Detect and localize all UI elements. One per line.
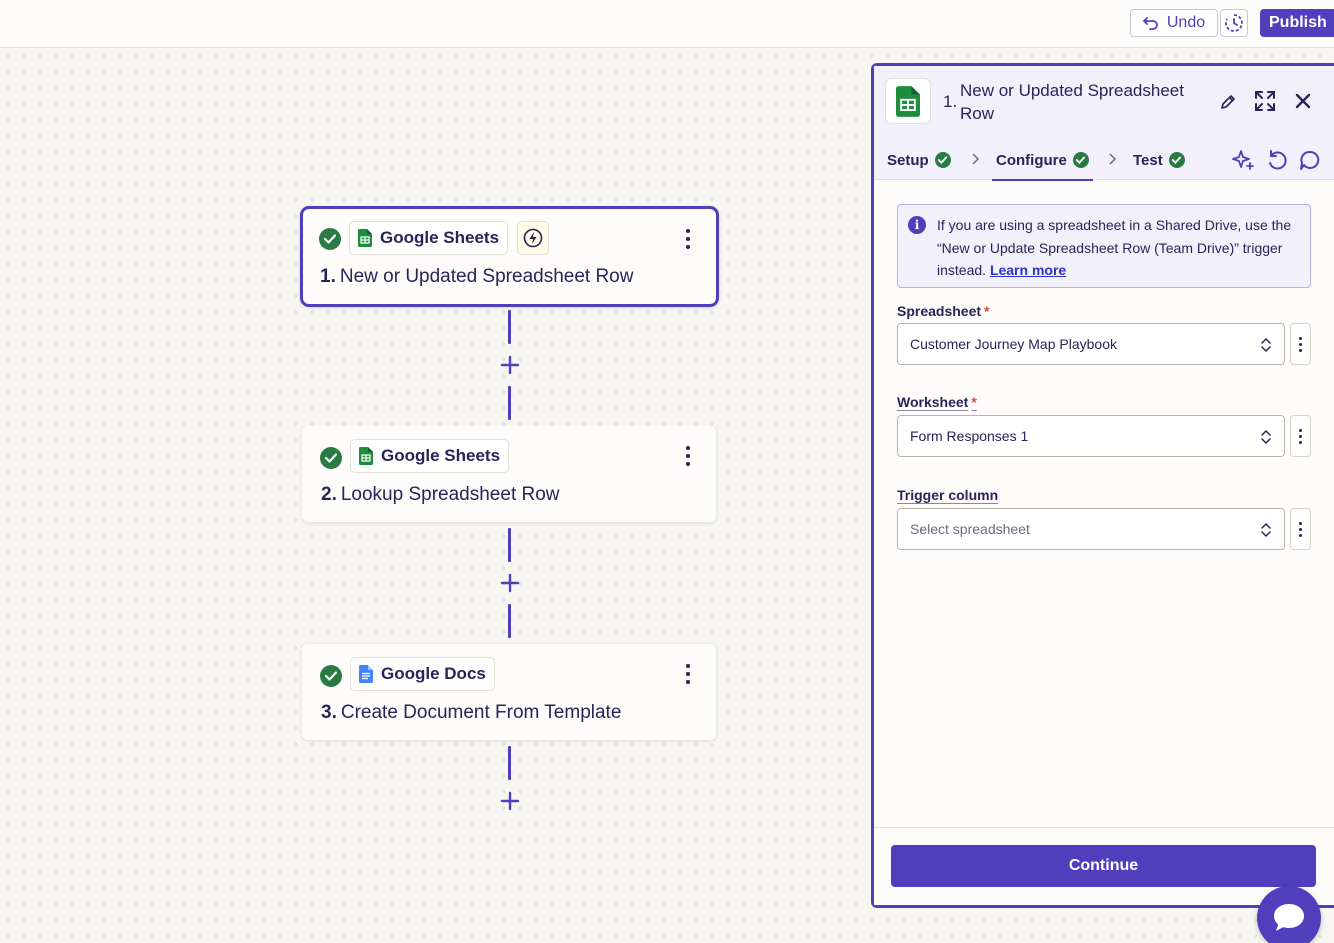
undo-button[interactable]: Undo <box>1130 9 1218 37</box>
step-title: 1. New or Updated Spreadsheet Row <box>320 266 634 287</box>
worksheet-select[interactable]: Form Responses 1 <box>897 415 1285 457</box>
info-icon: i <box>908 216 926 234</box>
check-circle-icon <box>1168 152 1185 168</box>
ai-sparkle-icon[interactable] <box>1231 148 1255 172</box>
spreadsheet-select[interactable]: Customer Journey Map Playbook <box>897 323 1285 365</box>
chevron-up-down-icon <box>1261 429 1271 445</box>
comment-icon[interactable] <box>1298 148 1322 172</box>
step-title: 3. Create Document From Template <box>321 702 622 723</box>
app-name: Google Sheets <box>380 228 500 247</box>
worksheet-label: Worksheet * <box>897 394 977 410</box>
expand-icon[interactable] <box>1254 90 1276 112</box>
app-chip: Google Sheets <box>350 439 510 473</box>
history-icon <box>1225 14 1243 32</box>
tab-label: Test <box>1133 151 1163 169</box>
chat-bubble-icon <box>1274 904 1304 931</box>
pencil-icon[interactable] <box>1219 93 1237 111</box>
step-connector <box>508 746 511 780</box>
google-sheets-icon <box>896 85 920 117</box>
step-connector <box>508 528 511 562</box>
step-tabs: Setup Configure Test <box>874 140 1334 181</box>
step-connector <box>508 310 511 344</box>
panel-header: 1. New or Updated Spreadsheet Row Setup … <box>874 66 1334 181</box>
step-connector <box>508 604 511 638</box>
step-menu-button[interactable] <box>680 227 696 251</box>
continue-button[interactable]: Continue <box>891 845 1316 887</box>
chevron-right-icon <box>972 153 980 165</box>
app-chip: Google Sheets <box>349 221 509 255</box>
undo-label: Undo <box>1166 14 1206 31</box>
tab-test[interactable]: Test <box>1133 140 1185 180</box>
close-icon[interactable] <box>1294 92 1312 110</box>
field-options-button[interactable] <box>1290 415 1311 457</box>
workflow-step-1[interactable]: Google Sheets 1. New or Updated Spreadshe… <box>300 206 719 307</box>
panel-step-number: 1. <box>943 92 958 111</box>
workflow-step-3[interactable]: Google Docs 3. Create Document From Templ… <box>302 644 716 740</box>
info-callout: i If you are using a spreadsheet in a Sh… <box>897 204 1311 288</box>
check-circle-icon <box>1072 152 1089 168</box>
trigger-badge <box>517 221 549 255</box>
tab-label: Configure <box>996 151 1067 169</box>
app-name: Google Sheets <box>381 446 501 465</box>
trigger-column-label: Trigger column <box>897 487 999 503</box>
field-options-button[interactable] <box>1290 323 1311 365</box>
google-docs-icon <box>359 665 373 683</box>
google-sheets-icon <box>359 447 373 465</box>
app-name: Google Docs <box>381 664 486 683</box>
panel-title: New or Updated Spreadsheet Row <box>960 81 1184 123</box>
google-sheets-icon <box>358 229 372 247</box>
step-editor-panel: 1. New or Updated Spreadsheet Row Setup … <box>871 63 1334 908</box>
version-history-button[interactable] <box>1220 9 1248 37</box>
step-complete-icon <box>320 665 342 687</box>
panel-footer: Continue <box>874 827 1334 905</box>
plus-icon <box>500 355 520 375</box>
refresh-icon[interactable] <box>1265 148 1289 172</box>
publish-button[interactable]: Publish <box>1260 9 1334 37</box>
chevron-up-down-icon <box>1261 337 1271 353</box>
step-connector <box>508 386 511 420</box>
lightning-bolt-icon <box>523 228 543 248</box>
tab-setup[interactable]: Setup <box>887 140 951 180</box>
learn-more-link[interactable]: Learn more <box>990 262 1066 278</box>
chevron-up-down-icon <box>1261 522 1271 538</box>
check-circle-icon <box>934 152 951 168</box>
add-step-button[interactable] <box>499 354 521 376</box>
trigger-column-select[interactable]: Select spreadsheet <box>897 508 1285 550</box>
info-text: If you are using a spreadsheet in a Shar… <box>937 217 1292 278</box>
add-step-button[interactable] <box>499 572 521 594</box>
add-step-button[interactable] <box>499 790 521 812</box>
panel-app-icon <box>885 78 931 124</box>
step-complete-icon <box>320 447 342 469</box>
tab-label: Setup <box>887 151 929 169</box>
plus-icon <box>500 791 520 811</box>
step-complete-icon <box>319 228 341 250</box>
step-menu-button[interactable] <box>680 662 696 686</box>
step-title: 2. Lookup Spreadsheet Row <box>321 484 560 505</box>
chevron-right-icon <box>1109 153 1117 165</box>
spreadsheet-label: Spreadsheet * <box>897 303 990 319</box>
tab-configure[interactable]: Configure <box>992 140 1093 181</box>
top-toolbar: Undo Publish <box>0 0 1334 48</box>
field-options-button[interactable] <box>1290 508 1311 550</box>
workflow-step-2[interactable]: Google Sheets 2. Lookup Spreadsheet Row <box>302 426 716 522</box>
app-chip: Google Docs <box>350 657 495 691</box>
step-menu-button[interactable] <box>680 444 696 468</box>
chat-support-button[interactable] <box>1257 886 1321 943</box>
undo-icon <box>1142 17 1158 30</box>
plus-icon <box>500 573 520 593</box>
